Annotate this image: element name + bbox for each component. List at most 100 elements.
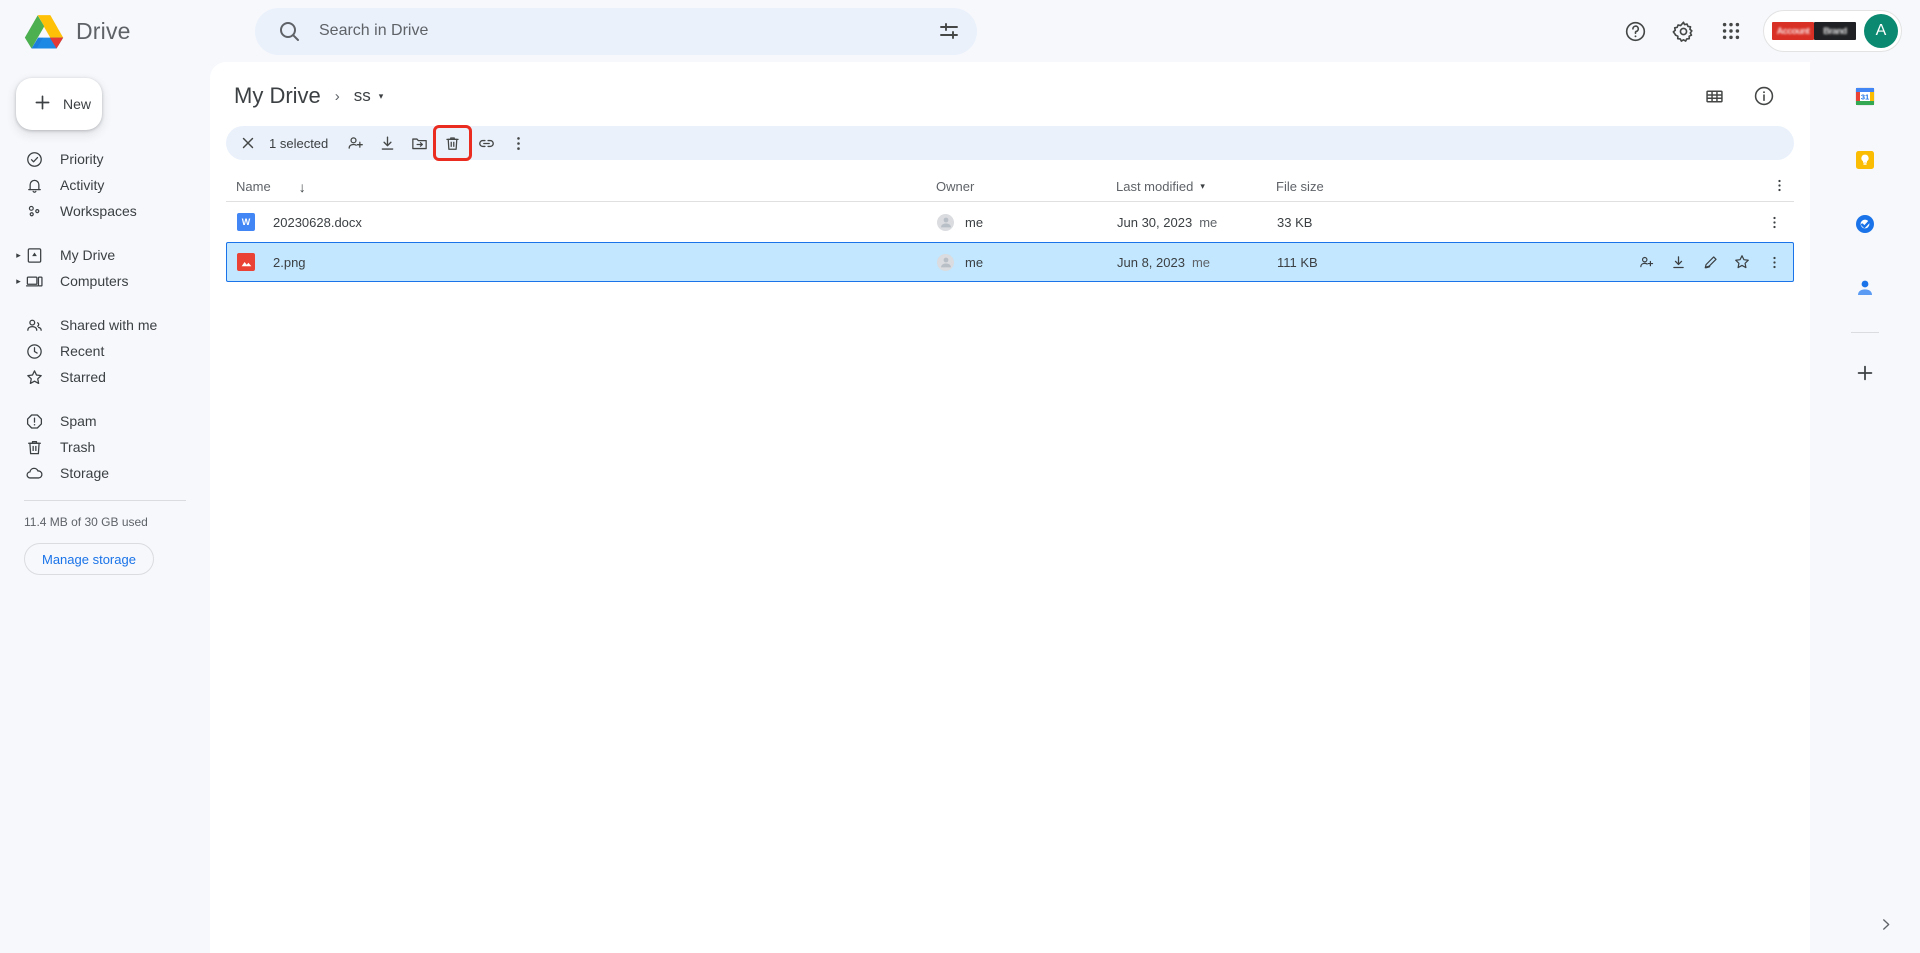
new-button[interactable]: New (16, 78, 102, 130)
search-icon (277, 19, 301, 43)
expand-caret-icon[interactable]: ▸ (13, 245, 24, 265)
sidebar-item-my-drive[interactable]: ▸ My Drive (0, 242, 194, 268)
keep-icon[interactable] (1845, 140, 1885, 180)
sidebar-item-recent[interactable]: Recent (0, 338, 194, 364)
cloud-icon (24, 463, 44, 483)
sidebar-item-priority[interactable]: Priority (0, 146, 194, 172)
file-table: Name ↓ Owner Last modified ▾ File size W… (226, 172, 1794, 282)
breadcrumb-current-label: ss (353, 86, 371, 105)
more-vertical-icon[interactable] (1761, 249, 1787, 275)
svg-text:31: 31 (1861, 93, 1869, 102)
owner-label: me (965, 214, 984, 230)
column-header-owner[interactable]: Owner (936, 179, 1116, 194)
file-size-cell: 33 KB (1277, 214, 1313, 230)
modified-date: Jun 30, 2023 (1117, 214, 1193, 230)
sidebar-item-activity[interactable]: Activity (0, 172, 194, 198)
word-doc-icon: W (237, 213, 255, 231)
more-vertical-icon (1771, 177, 1788, 197)
link-icon[interactable] (471, 128, 501, 158)
sidebar-item-workspaces[interactable]: Workspaces (0, 198, 194, 224)
column-options-button[interactable] (1456, 177, 1794, 197)
sidebar-group-1: Priority Activity Workspaces (0, 146, 210, 224)
table-row[interactable]: W 20230628.docx me Jun 30, 2023 me 33 KB (226, 202, 1794, 242)
download-icon[interactable] (372, 128, 402, 158)
breadcrumb-root[interactable]: My Drive (234, 83, 321, 109)
side-panel-rail: 31 (1810, 62, 1920, 953)
sidebar-item-starred[interactable]: Starred (0, 364, 194, 390)
column-header-name[interactable]: Name ↓ (236, 179, 936, 195)
person-add-icon[interactable] (1633, 249, 1659, 275)
more-vertical-icon[interactable] (1761, 209, 1787, 235)
help-circle-icon[interactable] (1613, 9, 1657, 53)
pencil-icon[interactable] (1697, 249, 1723, 275)
owner-avatar-icon (937, 253, 954, 271)
sidebar-item-label: Computers (60, 273, 129, 289)
file-name-cell: 2.png (237, 253, 937, 271)
selection-toolbar: 1 selected (226, 125, 1794, 161)
account-pill[interactable]: Account Brand A (1763, 10, 1902, 52)
sidebar: New Priority Activity Workspaces ▸ My Dr… (0, 62, 210, 953)
calendar-icon[interactable]: 31 (1845, 76, 1885, 116)
plus-icon (32, 92, 53, 116)
column-header-last-modified-label: Last modified (1116, 179, 1194, 194)
sidebar-item-computers[interactable]: ▸ Computers (0, 268, 194, 294)
plus-icon[interactable] (1845, 353, 1885, 393)
file-name-group: 2.png (237, 253, 306, 271)
sidebar-item-spam[interactable]: Spam (0, 408, 194, 434)
apps-grid-icon[interactable] (1709, 9, 1753, 53)
sidebar-item-trash[interactable]: Trash (0, 434, 194, 460)
spam-icon (24, 411, 44, 431)
file-name-group: W 20230628.docx (237, 213, 362, 231)
badge-right-text: Brand (1823, 26, 1847, 36)
column-header-last-modified[interactable]: Last modified ▾ (1116, 179, 1276, 194)
expand-caret-icon[interactable]: ▸ (13, 271, 24, 291)
row-actions (1457, 249, 1793, 275)
sidebar-item-label: Storage (60, 465, 110, 481)
image-file-icon (237, 253, 255, 271)
file-name-label: 20230628.docx (273, 214, 362, 230)
search-bar[interactable] (255, 7, 977, 55)
more-vertical-icon[interactable] (503, 128, 533, 158)
star-outline-icon[interactable] (1729, 249, 1755, 275)
modified-by: me (1199, 214, 1218, 230)
chevron-right-icon[interactable] (1870, 909, 1900, 939)
sidebar-nav: Priority Activity Workspaces ▸ My Drive … (0, 146, 210, 486)
manage-storage-button[interactable]: Manage storage (24, 543, 154, 575)
contacts-icon[interactable] (1845, 268, 1885, 308)
rail-divider (1851, 332, 1879, 333)
tune-filter-icon[interactable] (937, 19, 961, 43)
grid-view-icon[interactable] (1692, 74, 1736, 118)
column-header-file-size[interactable]: File size (1276, 179, 1456, 194)
trash-icon[interactable] (433, 125, 473, 161)
main-panel: My Drive › ss ▾ 1 selected Name ↓ Owner … (210, 62, 1810, 953)
breadcrumb-current[interactable]: ss ▾ (354, 86, 384, 106)
sidebar-item-label: Spam (60, 413, 97, 429)
owner-avatar-icon (937, 213, 954, 231)
tasks-icon[interactable] (1845, 204, 1885, 244)
gear-icon[interactable] (1661, 9, 1705, 53)
move-to-folder-icon[interactable] (404, 128, 434, 158)
close-x-icon[interactable] (233, 128, 263, 158)
sidebar-group-3: Shared with me Recent Starred (0, 312, 210, 390)
sidebar-item-shared-with-me[interactable]: Shared with me (0, 312, 194, 338)
my-drive-icon (24, 245, 44, 265)
owner-label: me (965, 254, 984, 270)
new-button-label: New (63, 96, 92, 112)
table-row[interactable]: 2.png me Jun 8, 2023 me 111 KB (226, 242, 1794, 282)
person-add-icon[interactable] (340, 128, 370, 158)
main-header: My Drive › ss ▾ (210, 62, 1810, 118)
selected-count-label: 1 selected (269, 135, 329, 151)
info-circle-icon[interactable] (1742, 74, 1786, 118)
sidebar-item-storage[interactable]: Storage (0, 460, 194, 486)
account-brand-badge: Account Brand (1772, 22, 1856, 40)
trash-icon (24, 437, 44, 457)
bell-icon (24, 175, 44, 195)
main-header-actions (1692, 74, 1786, 118)
search-input[interactable] (301, 22, 937, 40)
download-icon[interactable] (1665, 249, 1691, 275)
avatar[interactable]: A (1864, 14, 1898, 48)
file-owner-cell: me (937, 253, 1117, 271)
drive-brand[interactable]: Drive (0, 13, 240, 49)
